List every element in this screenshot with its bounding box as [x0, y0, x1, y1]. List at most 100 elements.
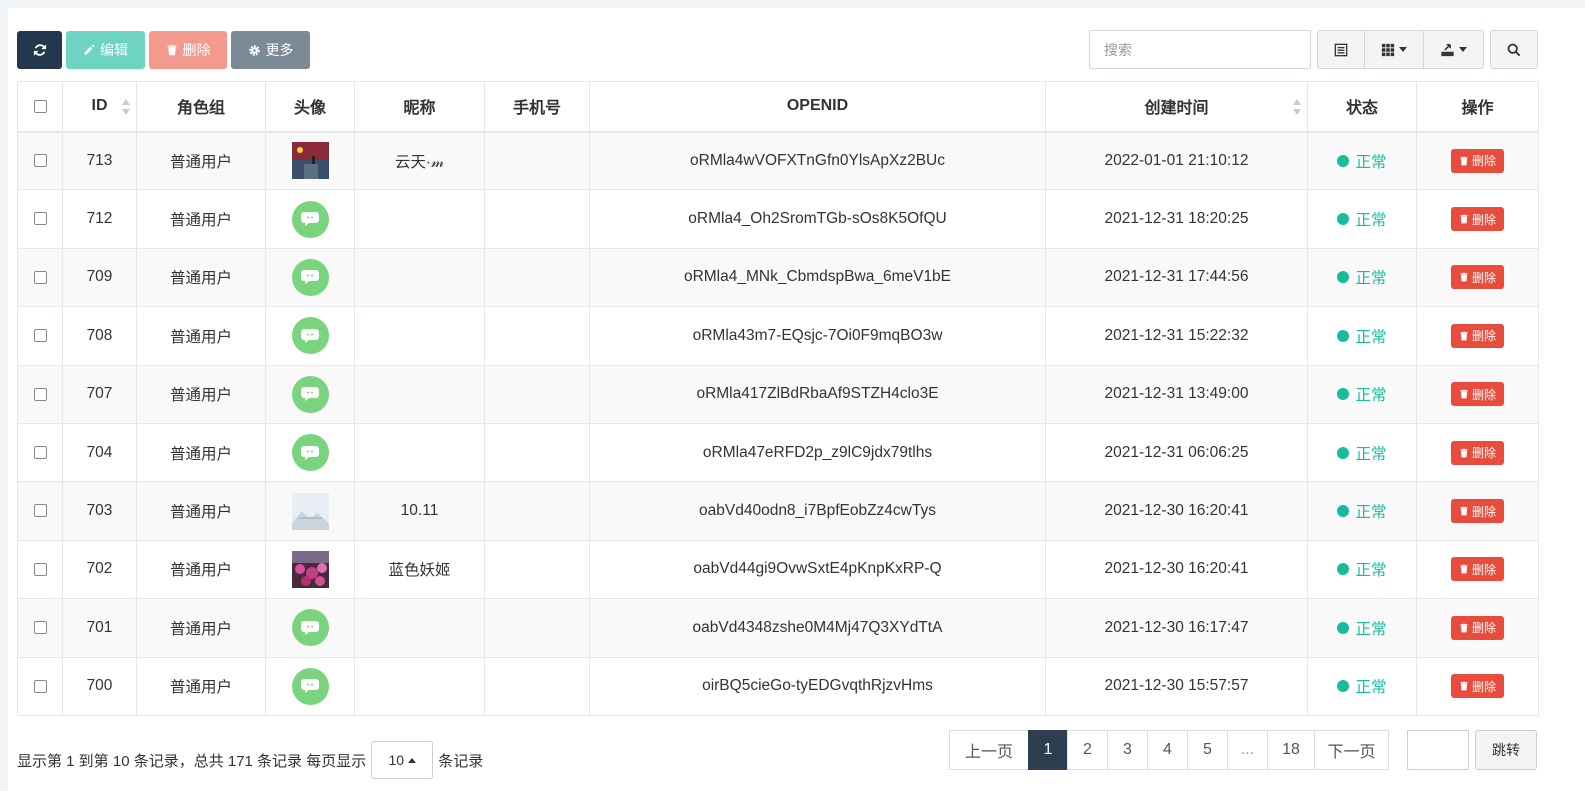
edit-label: 编辑 [100, 42, 128, 58]
row-delete-button[interactable]: 删除 [1450, 557, 1504, 582]
table-row[interactable]: 704 普通用户 oRMla47eRFD2p_z9lC9jdx79tlhs 2021-… [17, 422, 1539, 483]
table-row[interactable]: 709 普通用户 oRMla4_MNk_CbmdspBwa_6meV1bE 2021-… [17, 247, 1539, 308]
page-1-button[interactable]: 1 [1028, 730, 1068, 770]
col-openid: OPENID [589, 81, 1046, 133]
search-button[interactable] [1490, 30, 1538, 69]
row-checkbox[interactable] [33, 562, 47, 576]
cell-created: 2021-12-31 18:20:25 [1045, 189, 1308, 249]
table-row[interactable]: 708 普通用户 oRMla43m7-EQsjc-7Oi0F9mqBO3w 2021-… [17, 306, 1539, 366]
sort-icon [122, 99, 130, 115]
row-checkbox[interactable] [33, 446, 47, 460]
row-checkbox[interactable] [33, 504, 47, 518]
page-5-button[interactable]: 5 [1187, 730, 1228, 770]
cell-id: 708 [62, 306, 137, 366]
refresh-button[interactable] [17, 31, 62, 69]
delete-button[interactable]: 删除 [149, 31, 227, 69]
row-delete-button[interactable]: 删除 [1450, 499, 1504, 524]
status-dot-icon [1337, 563, 1350, 576]
row-delete-button[interactable]: 删除 [1450, 615, 1504, 640]
col-id[interactable]: ID [62, 81, 137, 133]
row-delete-button[interactable]: 删除 [1450, 207, 1504, 232]
table-row[interactable]: 700 普通用户 oirBQ5cieGo-tyEDGvqthRjzvHms 2021-… [17, 656, 1539, 716]
cell-status: 正常 [1307, 656, 1417, 716]
row-delete-label: 删除 [1471, 387, 1496, 402]
cell-status: 正常 [1307, 481, 1417, 541]
table-row[interactable]: 713 普通用户 云天·𝓂 oRMla4wVOFXTnGfn0YlsApXz2BUc 2… [17, 130, 1539, 191]
jump-button[interactable]: 跳转 [1475, 730, 1537, 770]
row-select-cell [17, 539, 63, 600]
row-checkbox[interactable] [33, 679, 47, 693]
row-checkbox[interactable] [33, 621, 47, 635]
list-view-icon [1334, 43, 1348, 56]
toggle-view-button[interactable] [1317, 30, 1365, 69]
cell-nickname: 云天·𝓂 [354, 130, 485, 191]
col-nickname: 昵称 [354, 81, 485, 133]
jump-page-input[interactable] [1407, 730, 1469, 770]
cell-actions: 删除 [1416, 130, 1539, 191]
row-checkbox[interactable] [33, 387, 47, 401]
cell-phone [484, 189, 590, 249]
status-badge: 正常 [1337, 383, 1387, 405]
trash-icon [1460, 273, 1468, 282]
cell-group: 普通用户 [136, 306, 266, 366]
table-row[interactable]: 702 普通用户 蓝色妖姬 oabVd44gi9OvwSxtE4pKnpKxRP-Q 2… [17, 539, 1539, 600]
cell-avatar [265, 247, 355, 308]
select-all-checkbox[interactable] [33, 99, 47, 113]
row-checkbox[interactable] [33, 154, 47, 168]
row-checkbox[interactable] [33, 270, 47, 284]
cell-group: 普通用户 [136, 364, 266, 424]
columns-button[interactable] [1364, 30, 1424, 69]
row-checkbox[interactable] [33, 329, 47, 343]
more-button[interactable]: 更多 [231, 31, 310, 69]
cell-group: 普通用户 [136, 130, 266, 191]
page-size-select[interactable]: 10 [371, 741, 434, 779]
trash-icon [1460, 214, 1468, 224]
row-delete-button[interactable]: 删除 [1450, 382, 1504, 407]
page-size-value: 10 [388, 752, 405, 768]
avatar-photo-image [291, 142, 329, 180]
page-18-button[interactable]: 18 [1267, 730, 1315, 770]
prev-page-button[interactable]: 上一页 [949, 730, 1029, 770]
next-page-button[interactable]: 下一页 [1314, 730, 1389, 770]
table-row[interactable]: 701 普通用户 oabVd4348zshe0M4Mj47Q3XYdTtA 2021-… [17, 598, 1539, 658]
status-badge: 正常 [1337, 266, 1387, 288]
table-row[interactable]: 707 普通用户 oRMla417ZlBdRbaAf9STZH4clo3E 2021-… [17, 364, 1539, 424]
table-row[interactable]: 703 普通用户 10.11 oabVd40odn8_i7BpfEobZz4cwTys… [17, 481, 1539, 541]
cell-nickname [354, 247, 485, 308]
status-badge: 正常 [1337, 500, 1387, 522]
row-select-cell [17, 422, 63, 483]
row-checkbox[interactable] [33, 212, 47, 226]
avatar [291, 434, 329, 472]
avatar [291, 667, 329, 705]
pencil-icon [84, 44, 95, 55]
cell-group: 普通用户 [136, 598, 266, 658]
cell-status: 正常 [1307, 247, 1417, 308]
status-badge: 正常 [1337, 617, 1387, 639]
status-label: 正常 [1355, 679, 1387, 697]
edit-button[interactable]: 编辑 [66, 31, 145, 69]
col-created[interactable]: 创建时间 [1045, 81, 1308, 133]
cell-actions: 删除 [1416, 422, 1539, 483]
cell-phone [484, 656, 590, 716]
page-4-button[interactable]: 4 [1147, 730, 1188, 770]
row-delete-button[interactable]: 删除 [1450, 148, 1504, 173]
row-delete-button[interactable]: 删除 [1450, 323, 1504, 348]
export-button[interactable] [1423, 30, 1484, 69]
cell-nickname [354, 364, 485, 424]
row-delete-button[interactable]: 删除 [1450, 674, 1504, 699]
page-2-button[interactable]: 2 [1067, 730, 1108, 770]
cell-created: 2022-01-01 21:10:12 [1045, 130, 1308, 191]
row-delete-label: 删除 [1471, 270, 1496, 285]
cell-phone [484, 306, 590, 366]
cell-nickname [354, 422, 485, 483]
status-label: 正常 [1355, 445, 1387, 463]
search-input[interactable] [1089, 30, 1311, 69]
page-3-button[interactable]: 3 [1107, 730, 1148, 770]
row-delete-button[interactable]: 删除 [1450, 265, 1504, 290]
row-delete-button[interactable]: 删除 [1450, 440, 1504, 465]
page-ellipsis: ... [1227, 730, 1268, 770]
table-row[interactable]: 712 普通用户 oRMla4_Oh2SromTGb-sOs8K5OfQU 2021-… [17, 189, 1539, 249]
row-delete-label: 删除 [1471, 679, 1496, 694]
row-select-cell [17, 130, 63, 191]
pagination: 上一页 1 2 3 4 5 ... 18 下一页 [949, 730, 1389, 770]
